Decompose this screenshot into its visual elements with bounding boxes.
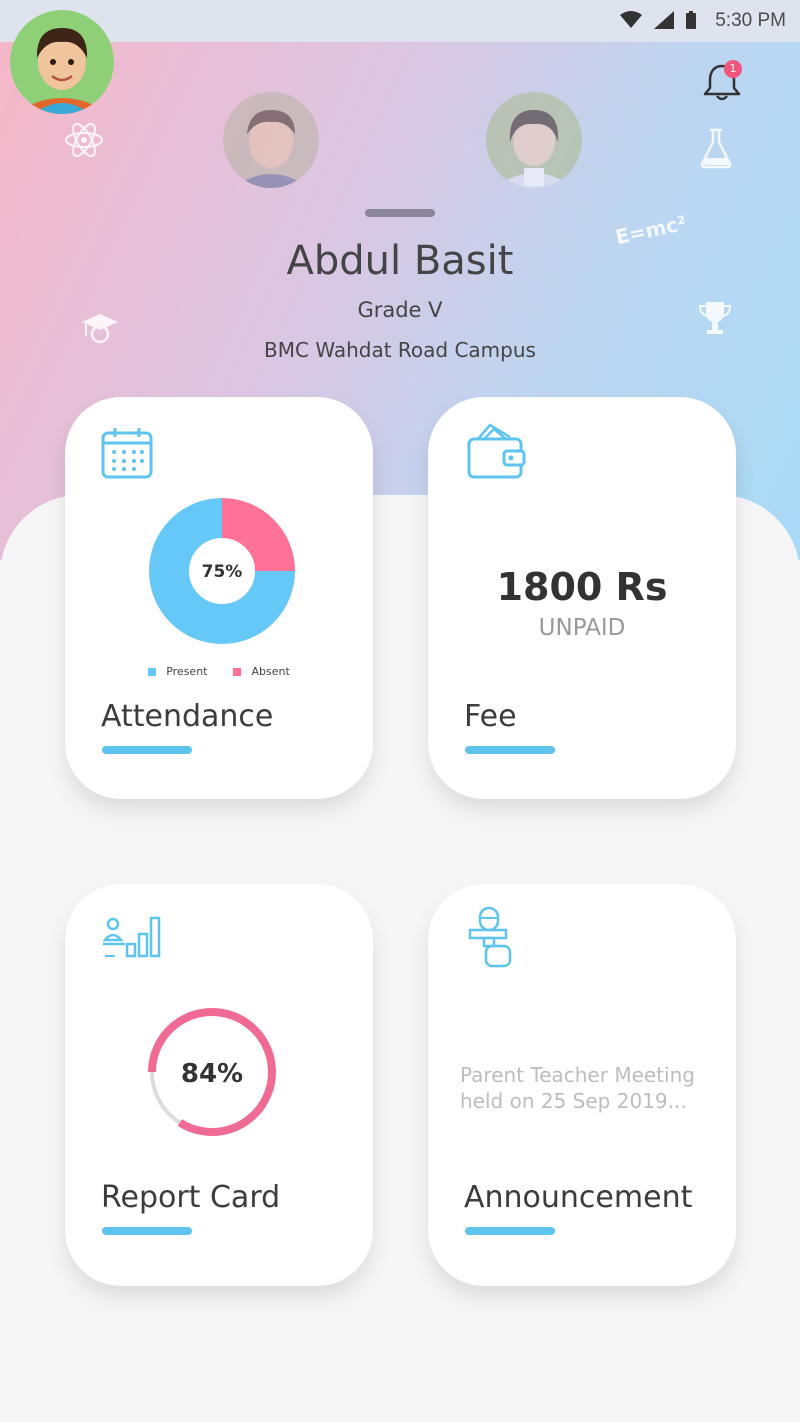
student-avatar-right[interactable] [486, 92, 582, 188]
student-grade: Grade V [357, 298, 443, 322]
fee-card[interactable]: 1800 Rs UNPAID Fee [428, 397, 736, 799]
report-center-label: 84% [181, 1059, 243, 1089]
student-name: Abdul Basit [286, 238, 514, 284]
legend-absent: Absent [233, 665, 290, 678]
atom-icon [65, 123, 103, 157]
selected-avatar-indicator [365, 209, 435, 217]
notification-button[interactable]: 1 [700, 58, 748, 106]
attendance-card[interactable]: 75% Present Absent Attendance [65, 397, 373, 799]
status-time: 5:30 PM [715, 10, 786, 31]
fee-title: Fee [464, 699, 517, 734]
student-avatar-left[interactable] [223, 92, 319, 188]
attendance-legend: Present Absent [65, 665, 373, 678]
fee-status: UNPAID [538, 615, 626, 641]
fee-underline [465, 746, 555, 754]
student-campus: BMC Wahdat Road Campus [264, 338, 536, 362]
megaphone-icon [468, 906, 512, 968]
attendance-donut-chart: 75% [149, 498, 295, 644]
wifi-icon [620, 11, 642, 28]
boy-avatar-image [223, 92, 319, 188]
legend-present: Present [148, 665, 207, 678]
attendance-underline [102, 746, 192, 754]
announcement-underline [465, 1227, 555, 1235]
flask-icon [700, 128, 732, 169]
girl-avatar-image [486, 92, 582, 188]
attendance-center-label: 75% [202, 562, 243, 582]
report-chart-icon [103, 916, 161, 958]
avatar-frame [10, 10, 114, 114]
report-card-card[interactable]: 84% Report Card [65, 884, 373, 1286]
wallet-icon [467, 423, 526, 479]
announcement-title: Announcement [464, 1180, 693, 1215]
battery-icon [686, 11, 696, 29]
announcement-card[interactable]: Parent Teacher Meeting held on 25 Sep 20… [428, 884, 736, 1286]
child-avatar-image [10, 10, 114, 114]
signal-icon [654, 11, 674, 29]
legend-present-label: Present [166, 665, 208, 678]
notification-badge: 1 [724, 60, 742, 78]
legend-absent-label: Absent [251, 665, 290, 678]
report-progress-ring: 84% [148, 1008, 276, 1136]
report-card-underline [102, 1227, 192, 1235]
fee-amount: 1800 Rs [496, 565, 668, 609]
report-card-title: Report Card [101, 1180, 281, 1215]
calendar-icon [101, 428, 153, 479]
attendance-title: Attendance [101, 699, 274, 734]
status-bar: 5:30 PM [0, 0, 800, 42]
announcement-text: Parent Teacher Meeting held on 25 Sep 20… [460, 1063, 695, 1113]
status-icons [620, 11, 696, 29]
